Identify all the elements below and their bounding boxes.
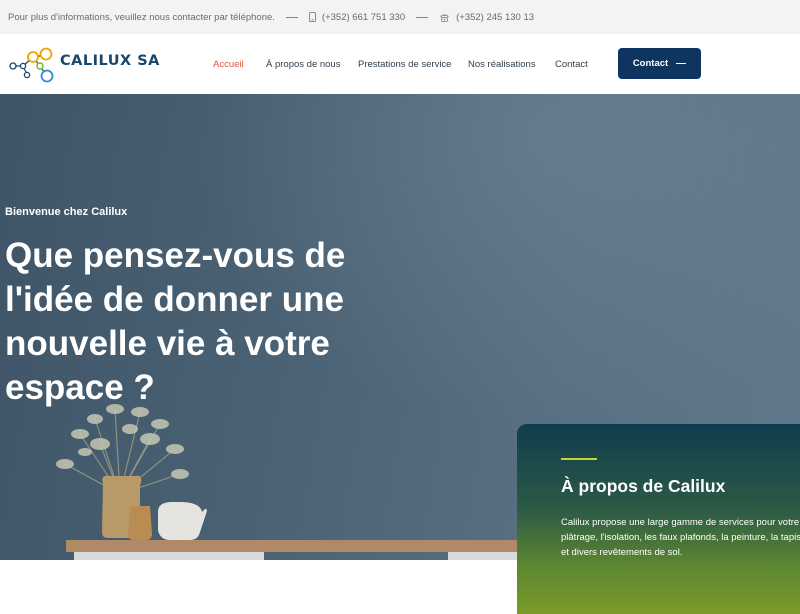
telephone-icon xyxy=(439,13,450,22)
about-card: À propos de Calilux Calilux propose une … xyxy=(517,424,800,614)
about-text: Calilux propose une large gamme de servi… xyxy=(561,515,800,560)
hero-title-line: Que pensez-vous de xyxy=(5,236,346,275)
furniture-drawer xyxy=(74,552,264,560)
site-header: CALILUX SA Accueil À propos de nous Pres… xyxy=(0,34,800,94)
mobile-phone-link[interactable]: (+352) 661 751 330 xyxy=(308,11,406,23)
hero-subtitle: Bienvenue chez Calilux xyxy=(5,206,128,218)
separator xyxy=(285,16,298,18)
plant-vase-illustration xyxy=(56,404,207,540)
molecule-logo-icon xyxy=(9,47,54,83)
nav-item-realisations[interactable]: Nos réalisations xyxy=(468,59,536,70)
nav-item-a-propos[interactable]: À propos de nous xyxy=(266,59,340,70)
calilux-logo[interactable]: CALILUX SA xyxy=(6,44,160,84)
mobile-phone-number: (+352) 661 751 330 xyxy=(321,11,406,23)
about-text-line: et divers revêtements de sol. xyxy=(561,547,683,558)
separator xyxy=(416,16,429,18)
hero-title-line: l'idée de donner une xyxy=(5,280,344,319)
landline-phone-number: (+352) 245 130 13 xyxy=(456,11,535,23)
logo-text: CALILUX SA xyxy=(60,53,160,69)
about-text-line: Calilux propose une large gamme de servi… xyxy=(561,517,800,528)
dash-icon xyxy=(676,62,687,65)
accent-line xyxy=(561,458,597,460)
nav-item-accueil[interactable]: Accueil xyxy=(213,59,244,70)
nav-item-prestations[interactable]: Prestations de service xyxy=(358,59,451,70)
furniture-drawer xyxy=(448,552,528,560)
nav-item-contact[interactable]: Contact xyxy=(555,59,588,70)
contact-button[interactable]: Contact xyxy=(618,48,701,79)
furniture-table xyxy=(66,540,526,552)
landline-phone-link[interactable]: (+352) 245 130 13 xyxy=(439,12,534,23)
top-bar: Pour plus d'informations, veuillez nous … xyxy=(0,0,800,34)
about-text-line: plâtrage, l'isolation, les faux plafonds… xyxy=(561,532,800,543)
hero-title-line: nouvelle vie à votre xyxy=(5,324,330,363)
about-title: À propos de Calilux xyxy=(561,476,726,496)
contact-info-text: Pour plus d'informations, veuillez nous … xyxy=(8,11,275,23)
contact-button-label: Contact xyxy=(632,58,669,69)
mobile-phone-icon xyxy=(308,12,316,22)
hero-title: Que pensez-vous de l'idée de donner une … xyxy=(5,234,385,410)
